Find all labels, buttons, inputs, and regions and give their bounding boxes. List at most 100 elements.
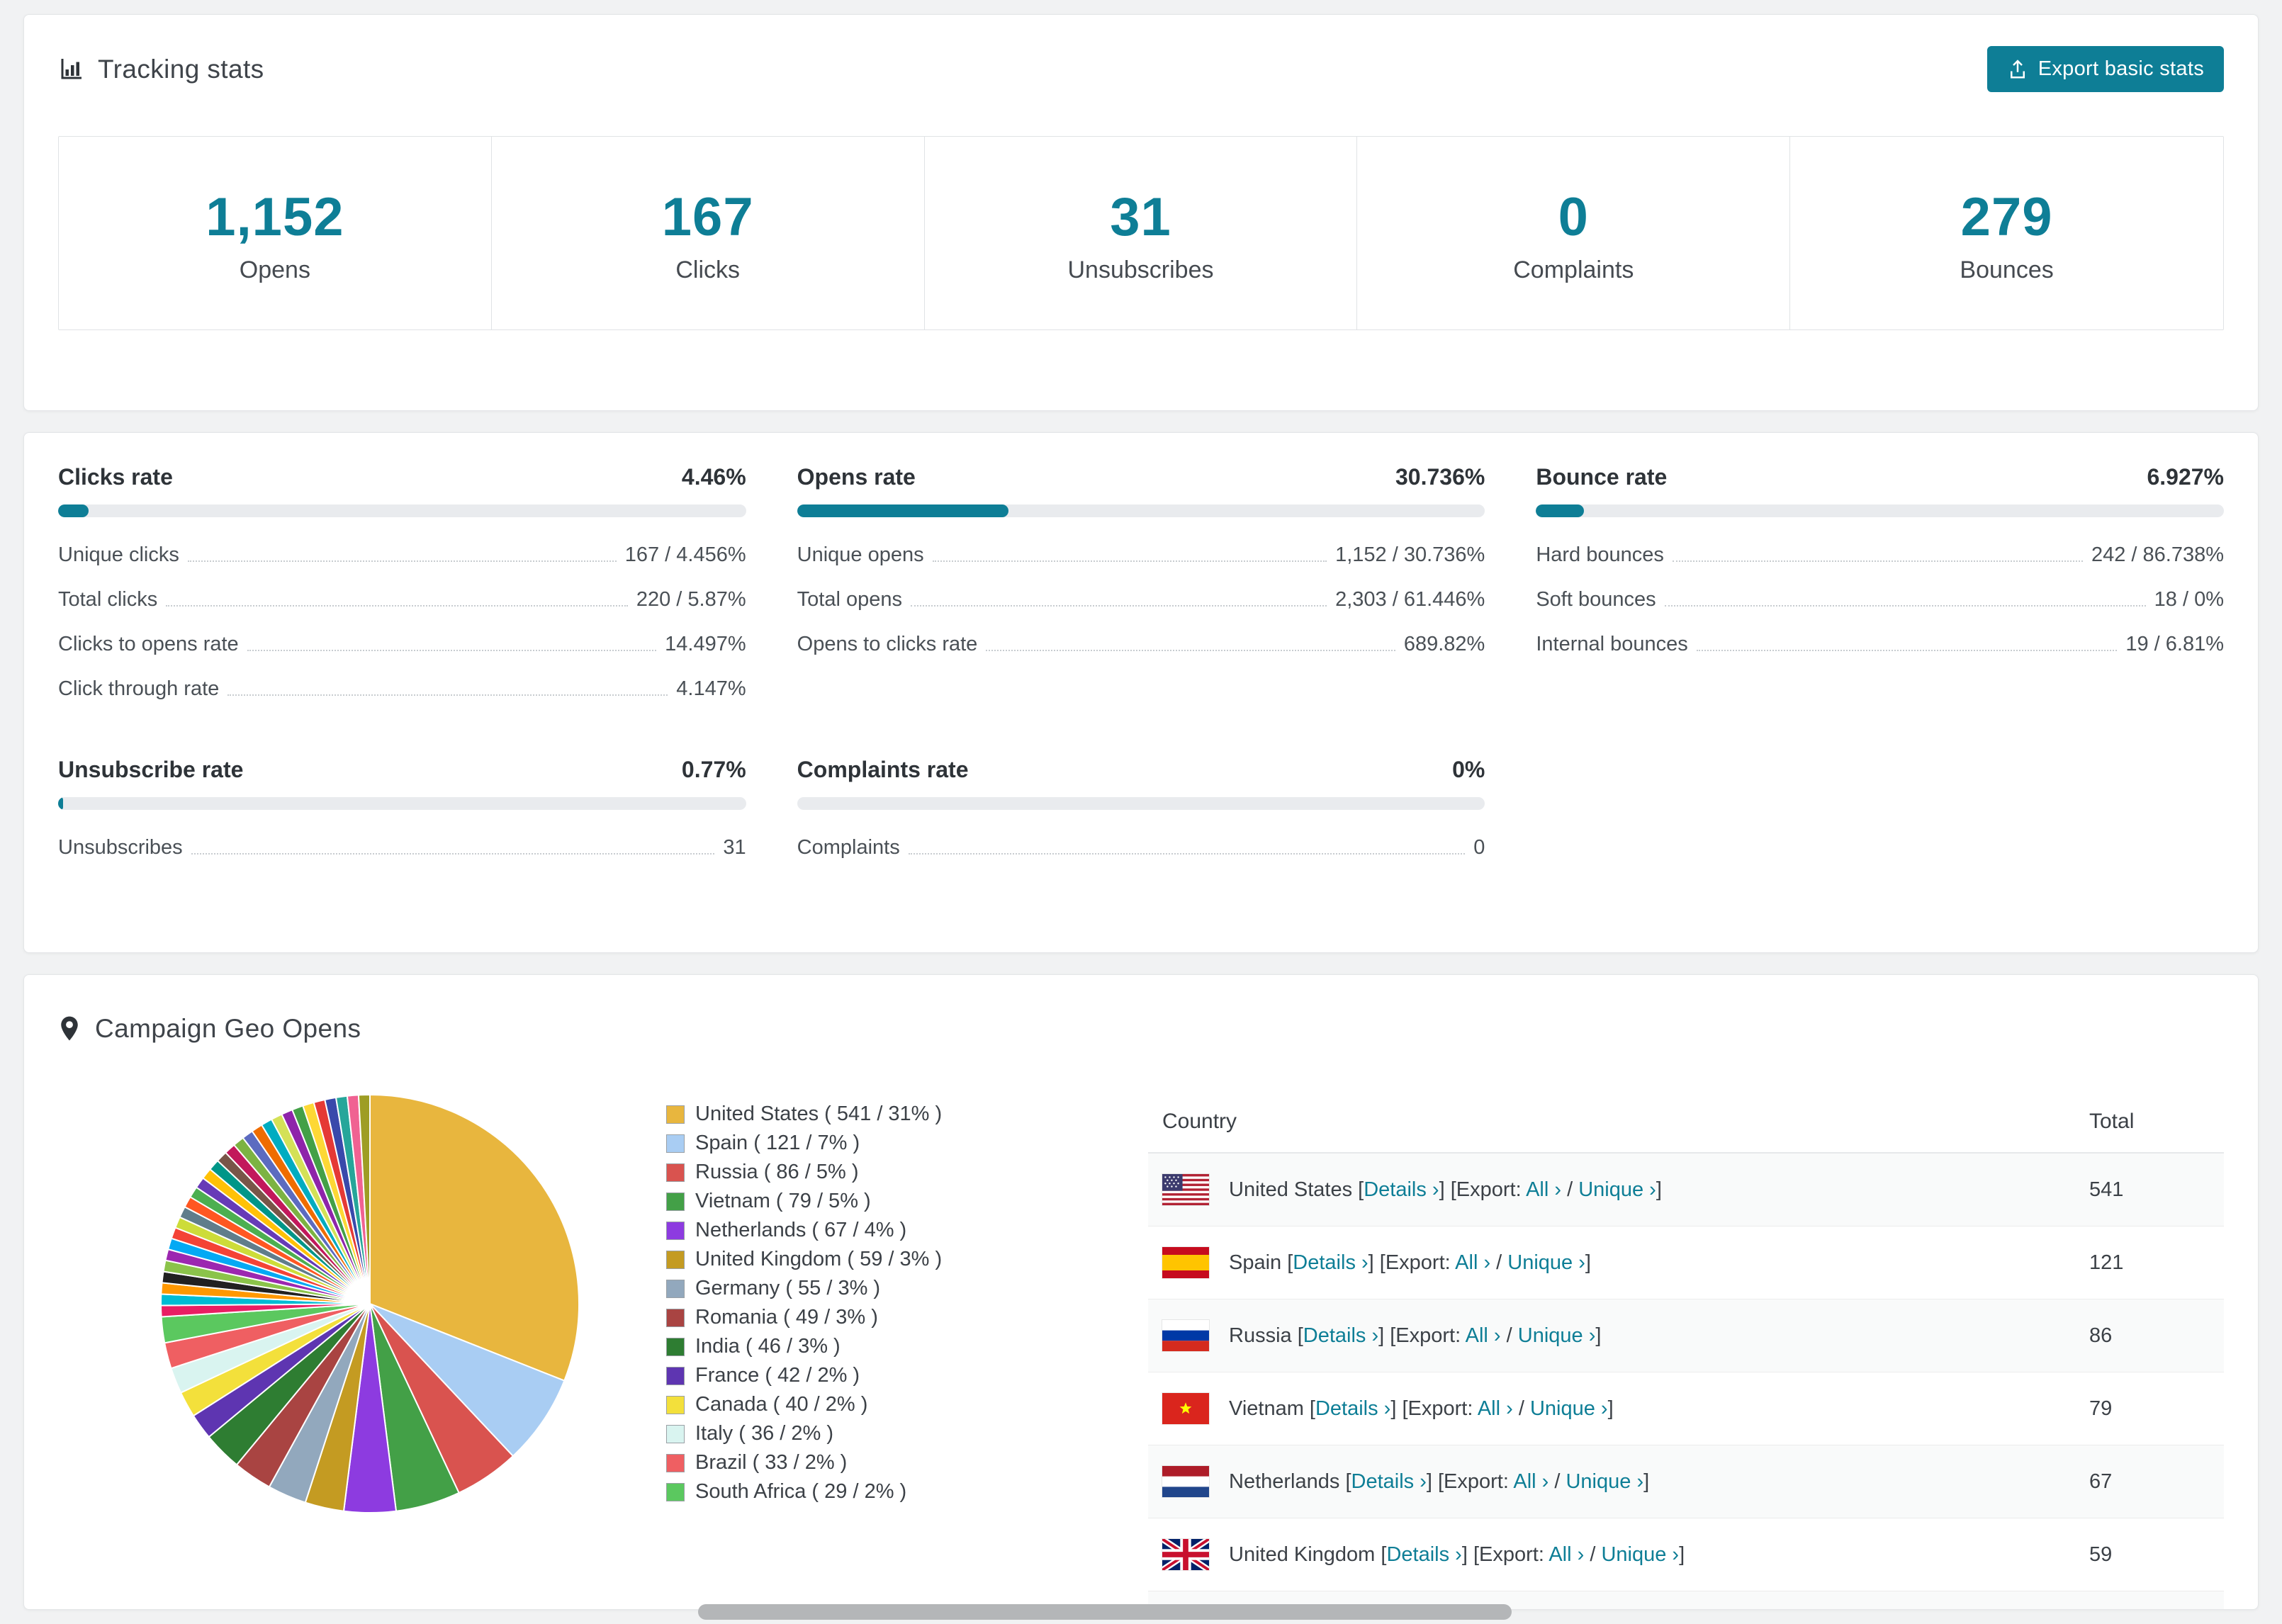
metric-label: Internal bounces	[1536, 633, 1688, 655]
export-all-link[interactable]: All ›	[1526, 1178, 1561, 1201]
export-unique-link[interactable]: Unique ›	[1578, 1178, 1656, 1201]
bar-chart-icon	[61, 58, 82, 79]
legend-item-italy: Italy ( 36 / 2% )	[666, 1419, 1006, 1448]
export-all-link[interactable]: All ›	[1466, 1324, 1501, 1347]
legend-label: France ( 42 / 2% )	[695, 1364, 860, 1387]
rate-metric-row-unique-clicks: Unique clicks 167 / 4.456%	[58, 533, 746, 577]
export-unique-link[interactable]: Unique ›	[1518, 1324, 1596, 1347]
rate-metric-rows: Unique opens 1,152 / 30.736% Total opens 2,…	[797, 533, 1485, 667]
flag-vn-icon	[1162, 1393, 1209, 1424]
legend-label: United Kingdom ( 59 / 3% )	[695, 1248, 943, 1270]
geo-table-row-united-states: United States [Details ›] [Export: All ›…	[1148, 1154, 2224, 1227]
geo-table-header-total: Total	[2089, 1110, 2135, 1133]
country-name: Spain	[1229, 1251, 1288, 1274]
tracking-stats-card: Tracking stats Export basic stats 1,152 O…	[23, 14, 2259, 411]
details-link[interactable]: Details ›	[1386, 1543, 1461, 1566]
rate-title: Unsubscribe rate	[58, 757, 244, 782]
legend-label: Brazil ( 33 / 2% )	[695, 1451, 848, 1474]
rate-panel-complaints-rate: Complaints rate 0% Complaints 0	[797, 757, 1485, 870]
progress-bar	[1536, 504, 2224, 517]
rate-title: Complaints rate	[797, 757, 969, 782]
rate-metric-row-complaints: Complaints 0	[797, 825, 1485, 870]
dotted-leader	[247, 650, 657, 651]
legend-label: Spain ( 121 / 7% )	[695, 1132, 860, 1154]
legend-item-spain: Spain ( 121 / 7% )	[666, 1129, 1006, 1158]
stat-value: 279	[1960, 187, 2053, 247]
rate-value: 0%	[1452, 757, 1485, 782]
legend-item-germany: Germany ( 55 / 3% )	[666, 1274, 1006, 1303]
rate-metric-row-total-opens: Total opens 2,303 / 61.446%	[797, 577, 1485, 622]
metric-value: 220 / 5.87%	[636, 588, 746, 611]
rate-metric-row-click-through-rate: Click through rate 4.147%	[58, 667, 746, 711]
stat-cell-clicks: 167 Clicks	[492, 137, 925, 329]
country-total: 541	[2089, 1178, 2124, 1201]
campaign-geo-opens-title: Campaign Geo Opens	[58, 1006, 2224, 1051]
details-link[interactable]: Details ›	[1351, 1470, 1427, 1493]
flag-ru-icon	[1162, 1320, 1209, 1351]
export-unique-link[interactable]: Unique ›	[1530, 1397, 1608, 1420]
rate-panel-head: Clicks rate 4.46%	[58, 464, 746, 490]
export-basic-stats-button[interactable]: Export basic stats	[1986, 46, 2224, 92]
export-basic-stats-label: Export basic stats	[2038, 57, 2204, 80]
metric-label: Unsubscribes	[58, 836, 183, 859]
geo-table-row-vietnam: Vietnam [Details ›] [Export: All › / Uni…	[1148, 1372, 2224, 1445]
legend-item-canada: Canada ( 40 / 2% )	[666, 1390, 1006, 1419]
legend-label: India ( 46 / 3% )	[695, 1335, 841, 1358]
progress-bar	[797, 504, 1485, 517]
stat-value: 31	[1110, 187, 1171, 247]
legend-swatch	[666, 1192, 685, 1211]
dotted-leader	[166, 605, 628, 607]
country-text: Spain [Details ›] [Export: All › / Uniqu…	[1229, 1251, 1591, 1274]
metric-label: Opens to clicks rate	[797, 633, 978, 655]
export-unique-link[interactable]: Unique ›	[1507, 1251, 1585, 1274]
country-cell: Vietnam [Details ›] [Export: All › / Uni…	[1162, 1393, 2089, 1424]
export-unique-link[interactable]: Unique ›	[1601, 1543, 1679, 1566]
details-link[interactable]: Details ›	[1293, 1251, 1368, 1274]
progress-bar-fill	[58, 797, 64, 810]
rate-value: 6.927%	[2147, 464, 2224, 490]
rate-panel-head: Complaints rate 0%	[797, 757, 1485, 783]
rate-panel-opens-rate: Opens rate 30.736% Unique opens 1,152 / 30.…	[797, 464, 1485, 711]
flag-us-icon	[1162, 1174, 1209, 1205]
export-all-link[interactable]: All ›	[1478, 1397, 1513, 1420]
rates-grid: Clicks rate 4.46% Unique clicks 167 / 4.456…	[58, 464, 2224, 870]
legend-label: Netherlands ( 67 / 4% )	[695, 1219, 907, 1241]
progress-bar-fill	[58, 504, 89, 517]
legend-swatch	[666, 1453, 685, 1472]
dotted-leader	[227, 694, 668, 696]
country-total: 67	[2089, 1470, 2113, 1493]
metric-value: 4.147%	[676, 677, 746, 700]
geo-table-header: Country Total	[1148, 1091, 2224, 1154]
progress-bar	[58, 504, 746, 517]
country-text: United Kingdom [Details ›] [Export: All …	[1229, 1543, 1685, 1566]
export-all-link[interactable]: All ›	[1513, 1470, 1548, 1493]
legend-swatch	[666, 1221, 685, 1240]
dotted-leader	[910, 605, 1327, 607]
legend-item-france: France ( 42 / 2% )	[666, 1361, 1006, 1390]
metric-value: 0	[1473, 836, 1485, 859]
legend-swatch	[666, 1395, 685, 1414]
horizontal-scrollbar-thumb[interactable]	[698, 1604, 1512, 1620]
details-link[interactable]: Details ›	[1364, 1178, 1439, 1201]
stat-label: Clicks	[675, 256, 741, 283]
rate-title: Bounce rate	[1536, 464, 1668, 490]
dotted-leader	[1664, 605, 2146, 607]
details-link[interactable]: Details ›	[1303, 1324, 1378, 1347]
legend-swatch	[666, 1279, 685, 1298]
metric-value: 1,152 / 30.736%	[1335, 543, 1485, 566]
country-cell: United States [Details ›] [Export: All ›…	[1162, 1174, 2089, 1205]
rate-panel-unsubscribe-rate: Unsubscribe rate 0.77% Unsubscribes 31	[58, 757, 746, 870]
dotted-leader	[1696, 650, 2118, 651]
geo-table-row-spain: Spain [Details ›] [Export: All › / Uniqu…	[1148, 1227, 2224, 1299]
export-unique-link[interactable]: Unique ›	[1566, 1470, 1643, 1493]
country-total: 59	[2089, 1543, 2113, 1566]
export-all-link[interactable]: All ›	[1548, 1543, 1584, 1566]
rate-metric-row-internal-bounces: Internal bounces 19 / 6.81%	[1536, 622, 2224, 667]
metric-label: Clicks to opens rate	[58, 633, 239, 655]
details-link[interactable]: Details ›	[1315, 1397, 1390, 1420]
stat-cell-complaints: 0 Complaints	[1357, 137, 1791, 329]
legend-label: Romania ( 49 / 3% )	[695, 1306, 878, 1329]
export-all-link[interactable]: All ›	[1455, 1251, 1490, 1274]
rate-panel-head: Unsubscribe rate 0.77%	[58, 757, 746, 783]
metric-value: 689.82%	[1403, 633, 1485, 655]
